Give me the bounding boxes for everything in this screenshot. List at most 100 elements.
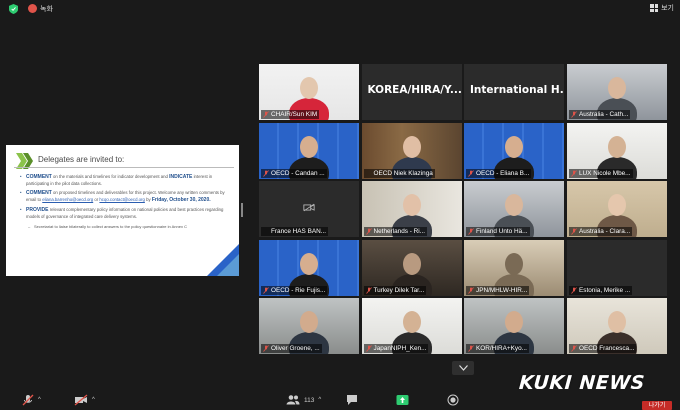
participant-name-label: OECD - Candan ... <box>261 168 327 178</box>
participants-count: 113 <box>304 396 315 404</box>
mic-muted-icon <box>571 169 577 177</box>
view-button[interactable]: 보기 <box>650 3 674 13</box>
participant-tile[interactable]: Turkey Dilek Tar... <box>361 239 462 296</box>
participant-tile[interactable]: Netherlands - Ri... <box>361 181 462 237</box>
participant-tile[interactable]: Estonia, Merike ... <box>567 239 667 296</box>
slide-bullet-2: COMMENT on proposed timelines and delive… <box>20 190 230 203</box>
participant-tile[interactable]: JapanNIPH_Ken... <box>361 298 462 354</box>
slide-divider <box>14 167 234 168</box>
participant-display-name: KOREA/HIRA/Y... <box>367 84 462 96</box>
participant-tile[interactable]: Australia - Clara... <box>567 181 667 237</box>
chat-button[interactable] <box>346 394 358 406</box>
participants-button[interactable]: 113 ^ <box>286 394 321 406</box>
mic-muted-icon <box>263 286 269 294</box>
mic-muted-icon <box>468 345 474 352</box>
participant-head <box>402 311 421 333</box>
mic-muted-icon <box>365 345 372 352</box>
participant-tile[interactable]: KOREA/HIRA/Y... <box>361 64 462 120</box>
participant-head <box>300 77 318 99</box>
participant-head <box>608 311 626 333</box>
leave-meeting-button[interactable]: 나가기 <box>642 401 672 410</box>
participant-name-label: Turkey Dilek Tar... <box>363 285 427 295</box>
record-icon <box>447 394 459 406</box>
mic-muted-icon <box>263 169 269 177</box>
mic-muted-icon <box>22 394 34 406</box>
participant-head <box>505 311 523 333</box>
participant-name-label: JPN/MHLW-HIR... <box>466 285 530 295</box>
shield-icon[interactable] <box>9 4 18 14</box>
participant-name-label: OECD - Rie Fujis... <box>261 285 328 295</box>
participant-name-label: Australia - Clara... <box>569 227 633 236</box>
mic-muted-icon <box>365 228 372 235</box>
share-screen-icon <box>396 395 409 405</box>
participant-head <box>300 311 318 333</box>
participant-name-label: KOR/HIRA+Kyo... <box>466 344 529 353</box>
participant-tile[interactable]: JPN/MHLW-HIR... <box>464 239 564 296</box>
mic-muted-icon <box>468 228 474 235</box>
participant-name-label: Netherlands - Ri... <box>363 227 427 236</box>
participant-head <box>608 194 626 216</box>
participant-name-label: LUX Nicole Mbe... <box>569 168 633 178</box>
participant-tile[interactable]: OECD - Candan ... <box>259 122 359 179</box>
mic-muted-icon <box>571 345 577 352</box>
slide-bullet-list: COMMENT on the materials and timelines f… <box>20 174 230 229</box>
mic-muted-icon <box>571 286 577 294</box>
slide-bullet-1: COMMENT on the materials and timelines f… <box>20 174 230 186</box>
audio-options-caret-icon[interactable]: ^ <box>38 397 41 403</box>
participant-tile[interactable]: OECD Francesca... <box>567 298 667 354</box>
participant-name-label: OECD - Eliana B... <box>466 168 532 178</box>
gallery-next-page-button[interactable] <box>452 361 474 375</box>
participant-name-label: JapanNIPH_Ken... <box>363 344 429 353</box>
participant-head <box>608 77 626 99</box>
participant-name-label: Oliver Groene, ... <box>261 344 322 353</box>
participant-tile[interactable]: France HAS BAN... <box>259 181 359 237</box>
meeting-toolbar: ^ ^ 113 ^ <box>0 389 680 410</box>
mic-muted-icon <box>263 111 269 118</box>
share-screen-button[interactable] <box>396 394 409 406</box>
recording-label: 녹화 <box>40 5 53 13</box>
participant-tile[interactable]: KOR/HIRA+Kyo... <box>464 298 564 354</box>
mic-muted-icon <box>571 228 577 235</box>
slide-corner-graphic <box>207 244 239 276</box>
mic-muted-icon <box>571 111 577 118</box>
participant-tile[interactable]: Oliver Groene, ... <box>259 298 359 354</box>
recording-icon <box>28 4 37 13</box>
participant-tile[interactable]: Australia - Cath... <box>567 64 667 120</box>
participant-tile[interactable]: Finland Unto Hä... <box>464 181 564 237</box>
video-options-caret-icon[interactable]: ^ <box>92 397 95 403</box>
record-button[interactable] <box>447 394 459 406</box>
participant-display-name: International H... <box>470 84 564 96</box>
participant-name-label: France HAS BAN... <box>261 227 329 236</box>
participant-tile[interactable]: LUX Nicole Mbe... <box>567 122 667 179</box>
participant-tile[interactable]: International H... <box>464 64 564 120</box>
participant-name-label: Australia - Cath... <box>569 110 631 119</box>
participant-head <box>402 194 421 216</box>
participants-caret-icon[interactable]: ^ <box>318 397 321 403</box>
participant-name-label: Finland Unto Hä... <box>466 227 530 236</box>
participant-head <box>402 252 421 275</box>
participant-tile[interactable]: OECD Niek Klazinga <box>361 122 462 179</box>
video-off-icon <box>74 394 88 406</box>
shared-screen-slide: Delegates are invited to: COMMENT on the… <box>6 145 239 276</box>
stop-video-button[interactable]: ^ <box>74 394 95 406</box>
mic-muted-icon <box>468 169 474 177</box>
participant-tile[interactable]: OECD - Rie Fujis... <box>259 239 359 296</box>
participant-head <box>402 135 421 158</box>
participant-tile[interactable]: CHAIR/Sun KIM <box>259 64 359 120</box>
participant-name-label: OECD Niek Klazinga <box>363 168 435 178</box>
participant-tile[interactable]: OECD - Eliana B... <box>464 122 564 179</box>
camera-off-icon <box>303 203 315 212</box>
participant-head <box>300 135 318 158</box>
meeting-top-bar: 녹화 보기 <box>0 0 680 18</box>
participant-name-label: Estonia, Merike ... <box>569 285 633 295</box>
mute-button[interactable]: ^ <box>22 394 41 406</box>
participant-head <box>505 252 523 275</box>
participant-head <box>608 135 626 158</box>
participant-name-label: OECD Francesca... <box>569 344 637 353</box>
split-view-resize-handle[interactable] <box>241 203 243 217</box>
participant-head <box>300 252 318 275</box>
slide-sub-bullet: Secretariat to liaise bilaterally to col… <box>20 224 230 229</box>
mic-muted-icon <box>365 286 372 294</box>
slide-bullet-3: PROVIDE relevant complementary policy in… <box>20 207 230 219</box>
participant-head <box>505 135 523 158</box>
